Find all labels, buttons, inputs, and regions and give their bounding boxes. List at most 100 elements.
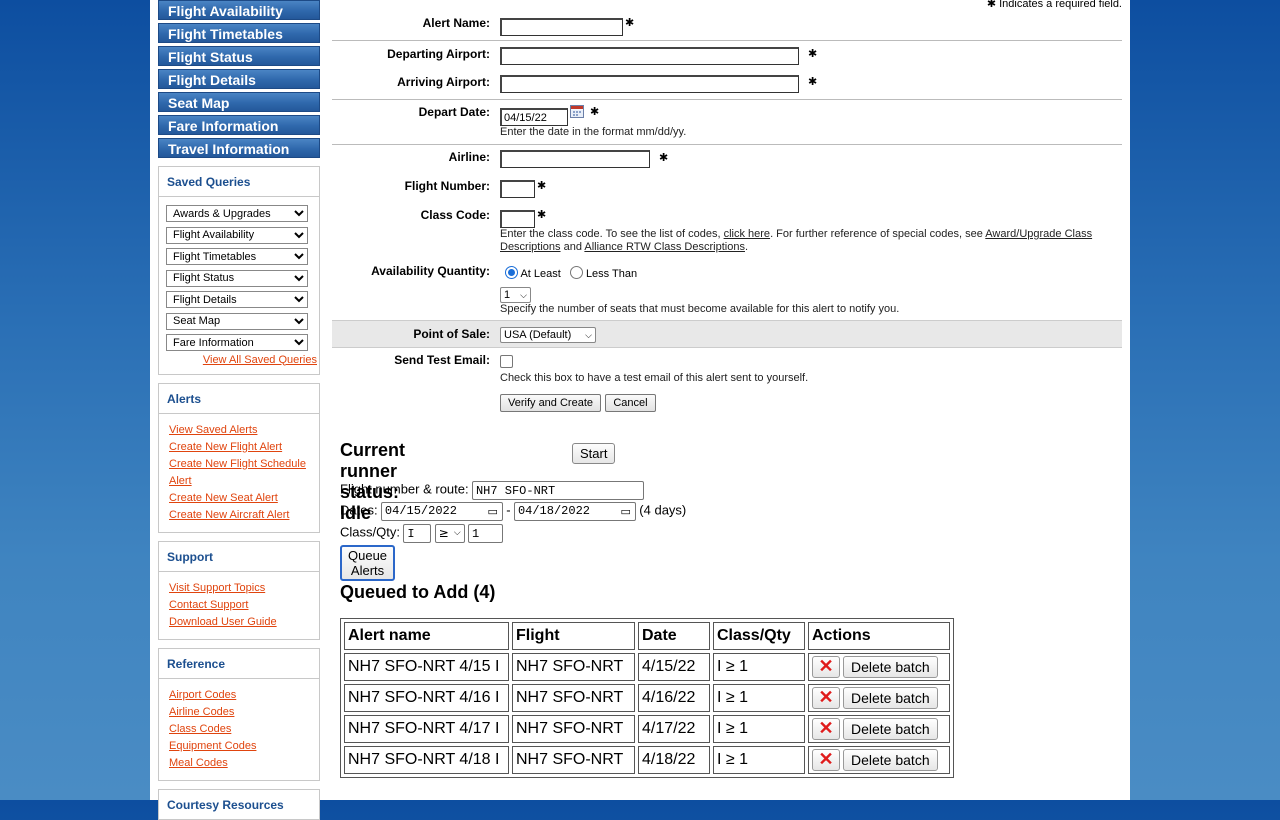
cell-actions: ✕ Delete batch: [808, 746, 950, 774]
quantity-value: 1: [504, 289, 511, 301]
depart-date-input[interactable]: [500, 108, 568, 126]
cell-class-qty: I ≥ 1: [713, 653, 805, 681]
page: Flight Availability Flight Timetables Flig…: [150, 0, 1130, 820]
cancel-button[interactable]: Cancel: [605, 394, 656, 412]
alert-name-label: Alert Name:: [422, 16, 490, 30]
table-row: NH7 SFO-NRT 4/15 I NH7 SFO-NRT 4/15/22 I ≥ …: [344, 653, 950, 681]
point-of-sale-label: Point of Sale:: [413, 327, 490, 341]
view-saved-alerts-link[interactable]: View Saved Alerts: [169, 422, 309, 439]
reference-links: Airport Codes Airline Codes Class Codes Equ…: [159, 679, 319, 780]
class-code-label: Class Code:: [420, 208, 490, 222]
required-star: ✱: [625, 17, 635, 29]
contact-support-link[interactable]: Contact Support: [169, 597, 309, 614]
dates-label: Dates:: [340, 502, 378, 518]
class-codes-link[interactable]: click here: [724, 228, 770, 240]
view-all-saved-queries-link[interactable]: View All Saved Queries: [166, 354, 319, 366]
route-input[interactable]: [471, 481, 644, 500]
verify-and-create-button[interactable]: Verify and Create: [500, 394, 601, 412]
alerts-box: Alerts View Saved Alerts Create New Fligh…: [158, 382, 320, 533]
create-new-flight-schedule-alert-link[interactable]: Create New Flight Schedule Alert: [169, 456, 309, 490]
cell-class-qty: I ≥ 1: [713, 684, 805, 712]
arriving-airport-input[interactable]: [500, 75, 799, 93]
operator-value: ≥: [438, 526, 449, 540]
nav-seat-map[interactable]: Seat Map: [158, 92, 320, 112]
nav-flight-status[interactable]: Flight Status: [158, 46, 320, 66]
saved-query-select-fare-information[interactable]: Fare Information: [166, 334, 308, 351]
queue-alerts-button[interactable]: Queue Alerts: [340, 545, 396, 581]
operator-select[interactable]: ≥ ⌵: [434, 524, 465, 543]
runner-qty-input[interactable]: [468, 524, 503, 543]
saved-queries-list: Awards & Upgrades Flight Availability Flig…: [159, 197, 319, 374]
at-least-radio[interactable]: At Least: [505, 266, 561, 280]
required-star: ✱: [537, 209, 547, 221]
nav-flight-timetables[interactable]: Flight Timetables: [158, 23, 320, 43]
required-note: ✱ Indicates a required field.: [986, 0, 1122, 10]
less-than-radio[interactable]: Less Than: [569, 266, 638, 280]
airline-codes-link[interactable]: Airline Codes: [169, 704, 309, 721]
date-separator: -: [506, 502, 511, 518]
airline-input[interactable]: [500, 150, 650, 168]
saved-query-select-flight-details[interactable]: Flight Details: [166, 291, 308, 308]
class-codes-link[interactable]: Class Codes: [169, 721, 309, 738]
class-code-help: Enter the class code. To see the list of…: [500, 228, 1100, 254]
departing-airport-input[interactable]: [500, 47, 799, 65]
date-to-input[interactable]: 04/18/2022 ▭: [513, 502, 636, 521]
queue-table: Alert name Flight Date Class/Qty Actions NH7…: [340, 618, 954, 778]
saved-query-select-awards-and-upgrades[interactable]: Awards & Upgrades: [166, 205, 308, 222]
saved-query-select-flight-status[interactable]: Flight Status: [166, 269, 308, 287]
cell-date: 4/15/22: [638, 653, 710, 681]
alert-name-input[interactable]: [500, 18, 623, 36]
runner-class-input[interactable]: [403, 524, 432, 543]
meal-codes-link[interactable]: Meal Codes: [169, 755, 309, 772]
delete-x-icon[interactable]: ✕: [812, 749, 840, 771]
delete-x-icon[interactable]: ✕: [812, 718, 840, 740]
cell-flight: NH7 SFO-NRT: [512, 653, 635, 681]
create-new-aircraft-alert-link[interactable]: Create New Aircraft Alert: [169, 507, 309, 524]
visit-support-topics-link[interactable]: Visit Support Topics: [169, 580, 309, 597]
reference-title: Reference: [159, 649, 319, 679]
date-from-input[interactable]: 04/15/2022 ▭: [380, 502, 503, 521]
delete-x-icon[interactable]: ✕: [812, 656, 840, 678]
airline-label: Airline:: [448, 150, 490, 164]
days-count: (4 days): [639, 502, 687, 518]
create-new-flight-alert-link[interactable]: Create New Flight Alert: [169, 439, 309, 456]
equipment-codes-link[interactable]: Equipment Codes: [169, 738, 309, 755]
nav-flight-availability[interactable]: Flight Availability: [158, 0, 320, 20]
quantity-select[interactable]: 1 ⌵: [500, 287, 531, 303]
start-button[interactable]: Start: [572, 443, 616, 464]
saved-queries-box: Saved Queries Awards & Upgrades Flight Av…: [158, 166, 320, 375]
class-code-input[interactable]: [500, 210, 535, 228]
nav-travel-information[interactable]: Travel Information: [158, 138, 320, 158]
nav-fare-information[interactable]: Fare Information: [158, 115, 320, 135]
at-least-label: At Least: [520, 268, 561, 280]
alliance-rtw-class-link[interactable]: Alliance RTW Class Descriptions: [584, 241, 745, 253]
radio-selected-icon: [505, 266, 518, 279]
cell-flight: NH7 SFO-NRT: [512, 684, 635, 712]
saved-query-select-seat-map[interactable]: Seat Map: [166, 312, 308, 330]
point-of-sale-row: Point of Sale: USA (Default) ⌵: [332, 320, 1122, 348]
delete-batch-button[interactable]: Delete batch: [843, 687, 938, 709]
download-user-guide-link[interactable]: Download User Guide: [169, 614, 309, 631]
point-of-sale-select[interactable]: USA (Default) ⌵: [500, 327, 596, 343]
delete-batch-button[interactable]: Delete batch: [843, 656, 938, 678]
column-header-flight: Flight: [512, 622, 635, 650]
delete-x-icon[interactable]: ✕: [812, 687, 840, 709]
divider: [332, 40, 1122, 41]
less-than-label: Less Than: [585, 268, 638, 280]
create-new-seat-alert-link[interactable]: Create New Seat Alert: [169, 490, 309, 507]
calendar-icon: ▭: [487, 505, 498, 518]
saved-query-select-flight-availability[interactable]: Flight Availability: [166, 226, 308, 244]
support-links: Visit Support Topics Contact Support Downl…: [159, 572, 319, 639]
flight-number-input[interactable]: [500, 180, 535, 198]
saved-query-select-flight-timetables[interactable]: Flight Timetables: [166, 248, 308, 265]
delete-batch-button[interactable]: Delete batch: [843, 749, 938, 771]
delete-batch-button[interactable]: Delete batch: [843, 718, 938, 740]
cell-flight: NH7 SFO-NRT: [512, 746, 635, 774]
support-title: Support: [159, 542, 319, 572]
nav-flight-details[interactable]: Flight Details: [158, 69, 320, 89]
cell-date: 4/16/22: [638, 684, 710, 712]
calendar-icon[interactable]: [570, 105, 584, 118]
airport-codes-link[interactable]: Airport Codes: [169, 687, 309, 704]
send-test-email-checkbox[interactable]: [500, 355, 513, 368]
chevron-down-icon: ⌵: [520, 290, 527, 300]
